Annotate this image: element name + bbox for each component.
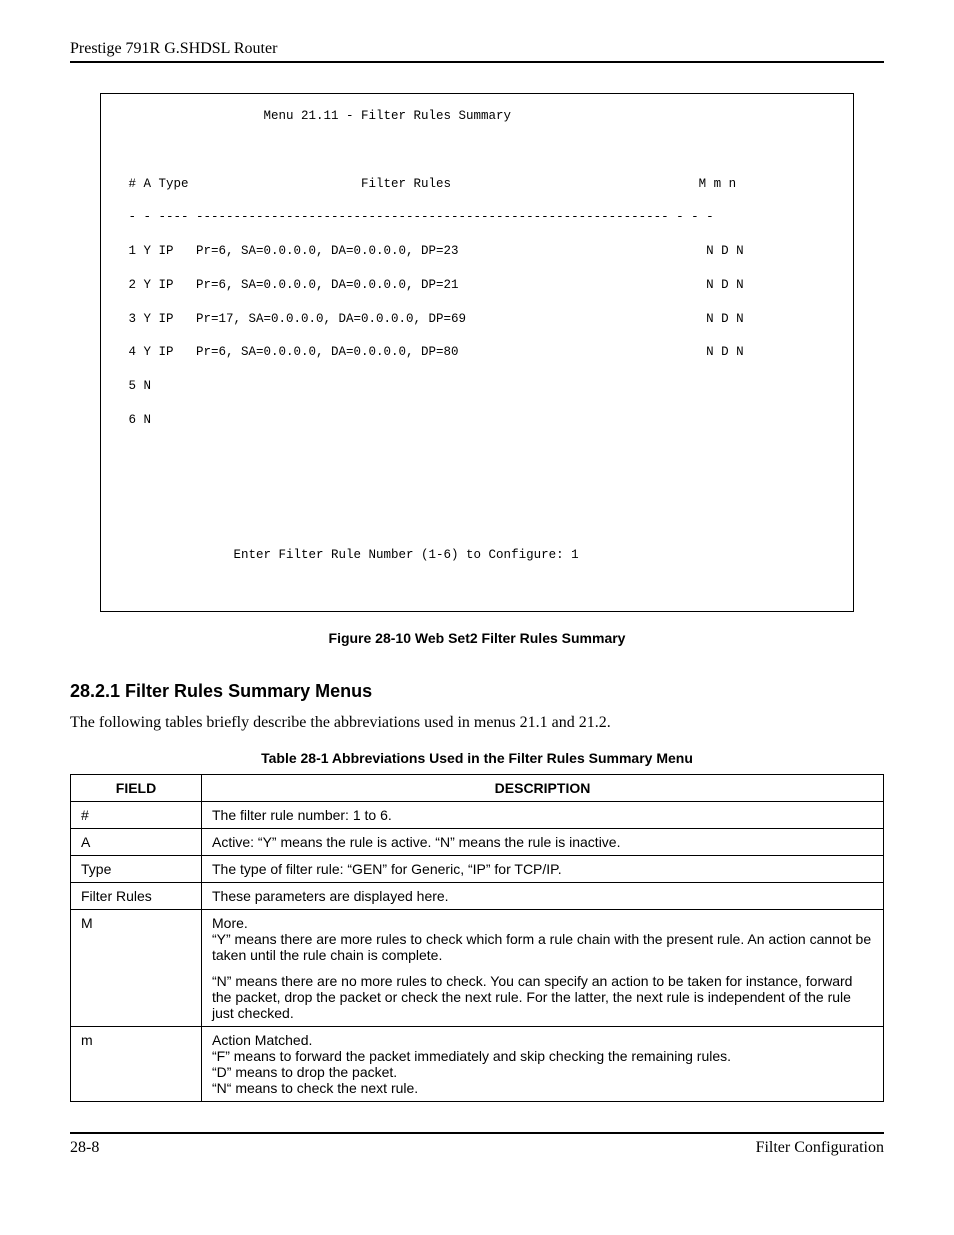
menu-blank-row	[121, 581, 833, 598]
table-cell-field: A	[71, 829, 202, 856]
menu-data-row: 1 Y IP Pr=6, SA=0.0.0.0, DA=0.0.0.0, DP=…	[121, 243, 833, 260]
table-row: MMore.“Y” means there are more rules to …	[71, 910, 884, 1027]
menu-data-row: 3 Y IP Pr=17, SA=0.0.0.0, DA=0.0.0.0, DP…	[121, 311, 833, 328]
page-number: 28-8	[70, 1139, 99, 1157]
menu-prompt-row: Enter Filter Rule Number (1-6) to Config…	[121, 547, 833, 564]
table-cell-description: Action Matched.“F” means to forward the …	[202, 1027, 884, 1102]
menu-data-row: 6 N	[121, 412, 833, 429]
filter-rules-menu-box: Menu 21.11 - Filter Rules Summary # A Ty…	[100, 93, 854, 612]
table-row: Filter RulesThese parameters are display…	[71, 883, 884, 910]
table-cell-field: m	[71, 1027, 202, 1102]
table-cell-field: #	[71, 802, 202, 829]
table-caption: Table 28-1 Abbreviations Used in the Fil…	[70, 750, 884, 766]
page-header-title: Prestige 791R G.SHDSL Router	[70, 40, 277, 57]
table-row: mAction Matched.“F” means to forward the…	[71, 1027, 884, 1102]
menu-blank-row	[121, 446, 833, 463]
menu-data-row: 5 N	[121, 378, 833, 395]
menu-blank-row	[121, 513, 833, 530]
table-cell-description: These parameters are displayed here.	[202, 883, 884, 910]
abbreviations-table: FIELD DESCRIPTION #The filter rule numbe…	[70, 774, 884, 1102]
table-cell-field: M	[71, 910, 202, 1027]
table-cell-description: The filter rule number: 1 to 6.	[202, 802, 884, 829]
table-row: TypeThe type of filter rule: “GEN” for G…	[71, 856, 884, 883]
table-cell-description: Active: “Y” means the rule is active. “N…	[202, 829, 884, 856]
menu-data-row: 2 Y IP Pr=6, SA=0.0.0.0, DA=0.0.0.0, DP=…	[121, 277, 833, 294]
menu-blank-row	[121, 142, 833, 159]
table-cell-description: The type of filter rule: “GEN” for Gener…	[202, 856, 884, 883]
table-header-description: DESCRIPTION	[202, 775, 884, 802]
page-header: Prestige 791R G.SHDSL Router	[70, 40, 884, 63]
body-paragraph: The following tables briefly describe th…	[70, 714, 884, 732]
table-row: #The filter rule number: 1 to 6.	[71, 802, 884, 829]
menu-columns-row: # A Type Filter Rules M m n	[121, 176, 833, 193]
table-cell-description: More.“Y” means there are more rules to c…	[202, 910, 884, 1027]
table-row: AActive: “Y” means the rule is active. “…	[71, 829, 884, 856]
section-heading: 28.2.1 Filter Rules Summary Menus	[70, 681, 884, 702]
menu-title-row: Menu 21.11 - Filter Rules Summary	[121, 108, 833, 125]
menu-divider-row: - - ---- -------------------------------…	[121, 209, 833, 226]
table-cell-field: Filter Rules	[71, 883, 202, 910]
figure-caption: Figure 28-10 Web Set2 Filter Rules Summa…	[70, 630, 884, 646]
footer-chapter-title: Filter Configuration	[756, 1139, 884, 1157]
menu-data-row: 4 Y IP Pr=6, SA=0.0.0.0, DA=0.0.0.0, DP=…	[121, 344, 833, 361]
table-header-field: FIELD	[71, 775, 202, 802]
menu-blank-row	[121, 479, 833, 496]
page-footer: 28-8 Filter Configuration	[70, 1132, 884, 1157]
table-cell-field: Type	[71, 856, 202, 883]
